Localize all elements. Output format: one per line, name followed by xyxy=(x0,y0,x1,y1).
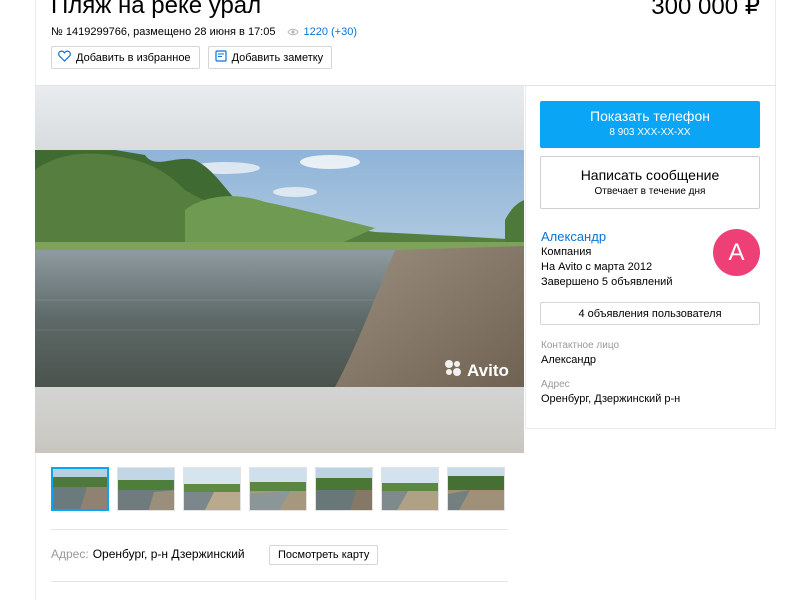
show-phone-label: Показать телефон xyxy=(590,108,710,124)
seller-completed: Завершено 5 объявлений xyxy=(541,276,673,288)
add-to-favorites-label: Добавить в избранное xyxy=(76,51,191,64)
seller-name-link[interactable]: Александр xyxy=(541,229,672,245)
thumbnail[interactable] xyxy=(51,467,109,511)
address-label: Адрес xyxy=(541,379,570,390)
thumbnail-strip xyxy=(51,467,505,511)
show-phone-button[interactable]: Показать телефон 8 903 XXX-XX-XX xyxy=(540,101,760,148)
seller-type: Компания xyxy=(541,246,592,258)
phone-masked: 8 903 XXX-XX-XX xyxy=(609,127,691,138)
address-value: Оренбург, Дзержинский р-н xyxy=(541,393,681,405)
watermark-text: Avito xyxy=(467,360,509,380)
listing-page: Пляж на реке урал 300 000 ₽ № 1419299766… xyxy=(0,0,800,600)
contact-details: Контактное лицо Александр Адрес Оренбург… xyxy=(541,338,680,407)
write-message-label: Написать сообщение xyxy=(580,167,720,183)
heart-icon xyxy=(58,50,71,65)
thumbnail[interactable] xyxy=(315,467,373,511)
show-map-button[interactable]: Посмотреть карту xyxy=(269,545,379,565)
add-note-button[interactable]: Добавить заметку xyxy=(207,46,333,69)
write-message-button[interactable]: Написать сообщение Отвечает в течение дн… xyxy=(540,156,760,209)
views-count: 1220 (+30) xyxy=(303,26,357,38)
note-icon xyxy=(214,50,227,65)
river-photo xyxy=(35,150,524,387)
seller-info: Александр Компания На Avito с марта 2012… xyxy=(541,229,672,290)
avito-logo-icon xyxy=(443,358,463,383)
listing-meta: № 1419299766, размещено 28 июня в 17:05 … xyxy=(51,26,357,38)
thumbnail[interactable] xyxy=(183,467,241,511)
eye-icon xyxy=(287,28,300,36)
add-note-label: Добавить заметку xyxy=(231,51,324,64)
photo-blur-top xyxy=(35,86,524,150)
thumbnail[interactable] xyxy=(249,467,307,511)
divider xyxy=(51,529,508,530)
contact-person: Александр xyxy=(541,354,597,366)
avito-watermark: Avito xyxy=(443,358,509,383)
address-row-value: Оренбург, р-н Дзержинский xyxy=(92,547,245,561)
seller-since: На Avito с марта 2012 xyxy=(541,261,653,273)
address-row-label: Адрес: xyxy=(51,547,89,561)
listing-title: Пляж на реке урал xyxy=(51,0,262,19)
main-photo[interactable]: Avito xyxy=(35,86,524,453)
add-to-favorites-button[interactable]: Добавить в избранное xyxy=(51,46,200,69)
contact-person-label: Контактное лицо xyxy=(541,340,620,351)
user-ads-button[interactable]: 4 объявления пользователя xyxy=(540,302,760,325)
avatar[interactable]: A xyxy=(713,229,760,276)
response-time: Отвечает в течение дня xyxy=(594,186,706,197)
listing-number-date: № 1419299766, размещено 28 июня в 17:05 xyxy=(51,26,276,38)
thumbnail[interactable] xyxy=(447,467,505,511)
thumbnail[interactable] xyxy=(381,467,439,511)
address-row: Адрес: Оренбург, р-н Дзержинский xyxy=(51,547,245,561)
photo-blur-bottom xyxy=(35,387,524,453)
divider xyxy=(51,581,508,582)
thumbnail[interactable] xyxy=(117,467,175,511)
listing-actions: Добавить в избранное Добавить заметку xyxy=(51,46,333,69)
listing-price: 300 000 ₽ xyxy=(651,0,760,20)
